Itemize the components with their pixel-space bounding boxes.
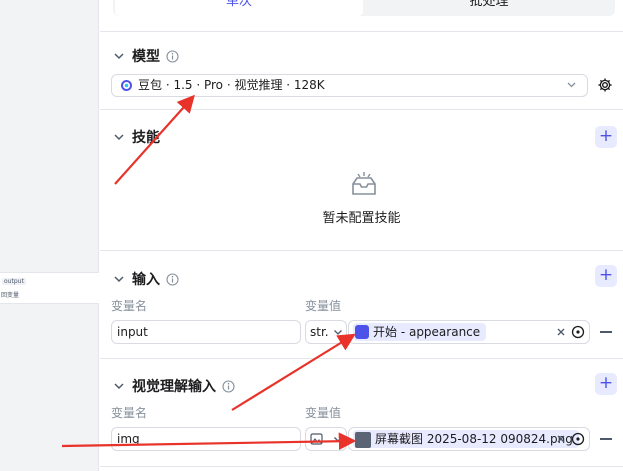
workflow-canvas[interactable]: output 回变量 xyxy=(0,0,99,471)
mode-segmented-control: 单次 批处理 xyxy=(113,0,615,16)
input-value-field[interactable]: 开始 - appearance xyxy=(348,320,590,344)
start-node-icon xyxy=(355,325,369,339)
empty-box-icon xyxy=(352,172,376,195)
divider xyxy=(100,109,623,110)
chevron-down-icon xyxy=(334,330,342,335)
vision-type-select[interactable] xyxy=(305,427,347,451)
skills-section-header[interactable]: 技能 xyxy=(112,127,160,147)
node-config-panel: 单次 批处理 模型 豆包 · 1.5 · Pro · 视觉推理 · 128K 技… xyxy=(100,0,623,471)
info-icon[interactable] xyxy=(166,49,179,63)
close-icon[interactable] xyxy=(556,434,566,444)
chevron-down-icon[interactable] xyxy=(112,130,126,144)
chevron-down-icon[interactable] xyxy=(112,272,126,286)
skills-section-title: 技能 xyxy=(132,130,160,146)
vision-input-section-header[interactable]: 视觉理解输入 xyxy=(112,376,235,396)
input-var-name-field[interactable]: input xyxy=(111,320,301,344)
vision-var-name-field[interactable]: img xyxy=(111,427,301,451)
divider xyxy=(100,358,623,359)
info-icon[interactable] xyxy=(166,272,179,286)
input-section-header[interactable]: 输入 xyxy=(112,269,179,289)
var-name-label: 变量名 xyxy=(111,406,148,420)
skills-empty-text: 暂未配置技能 xyxy=(322,211,401,226)
gear-icon[interactable] xyxy=(597,77,613,93)
tab-single[interactable]: 单次 xyxy=(115,0,363,16)
input-type-value: str. xyxy=(310,325,329,339)
var-name-label: 变量名 xyxy=(111,299,148,313)
image-icon xyxy=(310,433,323,445)
var-value-label: 变量值 xyxy=(305,299,342,313)
workflow-editor: output 回变量 单次 批处理 模型 豆包 · 1.5 · Pro · 视觉… xyxy=(0,0,623,471)
chevron-down-icon xyxy=(567,82,576,88)
remove-vision-input-button[interactable] xyxy=(600,438,612,440)
canvas-node-tag: output xyxy=(2,278,26,285)
canvas-node-subtext: 回变量 xyxy=(1,292,20,299)
var-value-label: 变量值 xyxy=(305,406,342,420)
model-section-header[interactable]: 模型 xyxy=(112,46,179,66)
chevron-down-icon[interactable] xyxy=(112,379,126,393)
variable-ref-tag[interactable]: 开始 - appearance xyxy=(353,323,487,341)
tab-batch[interactable]: 批处理 xyxy=(365,0,613,16)
add-input-button[interactable]: + xyxy=(595,265,617,287)
input-type-select[interactable]: str. xyxy=(305,320,347,344)
input-section-title: 输入 xyxy=(132,272,160,288)
close-icon[interactable] xyxy=(556,327,566,337)
model-section-title: 模型 xyxy=(132,49,160,65)
vision-input-section-title: 视觉理解输入 xyxy=(132,379,216,395)
add-vision-input-button[interactable]: + xyxy=(595,373,617,395)
model-select-value: 豆包 · 1.5 · Pro · 视觉推理 · 128K xyxy=(138,78,325,92)
info-icon[interactable] xyxy=(222,379,235,393)
divider xyxy=(100,250,623,251)
doubao-logo-icon xyxy=(121,80,133,91)
vision-value-field[interactable]: 屏幕截图 2025-08-12 090824.png xyxy=(348,427,590,451)
image-ref-tag[interactable]: 屏幕截图 2025-08-12 090824.png xyxy=(353,430,579,448)
divider xyxy=(100,31,623,32)
chevron-down-icon xyxy=(334,437,342,442)
variable-picker-icon[interactable] xyxy=(571,325,585,339)
variable-ref-text: 开始 - appearance xyxy=(373,325,481,339)
chevron-down-icon[interactable] xyxy=(112,49,126,63)
divider xyxy=(100,466,623,467)
image-thumbnail xyxy=(355,432,371,448)
remove-input-button[interactable] xyxy=(600,331,612,333)
variable-picker-icon[interactable] xyxy=(571,432,585,446)
model-select[interactable]: 豆包 · 1.5 · Pro · 视觉推理 · 128K xyxy=(111,74,588,97)
add-skill-button[interactable]: + xyxy=(595,126,617,148)
image-ref-text: 屏幕截图 2025-08-12 090824.png xyxy=(375,432,573,446)
canvas-node-card[interactable]: output 回变量 xyxy=(0,272,99,304)
